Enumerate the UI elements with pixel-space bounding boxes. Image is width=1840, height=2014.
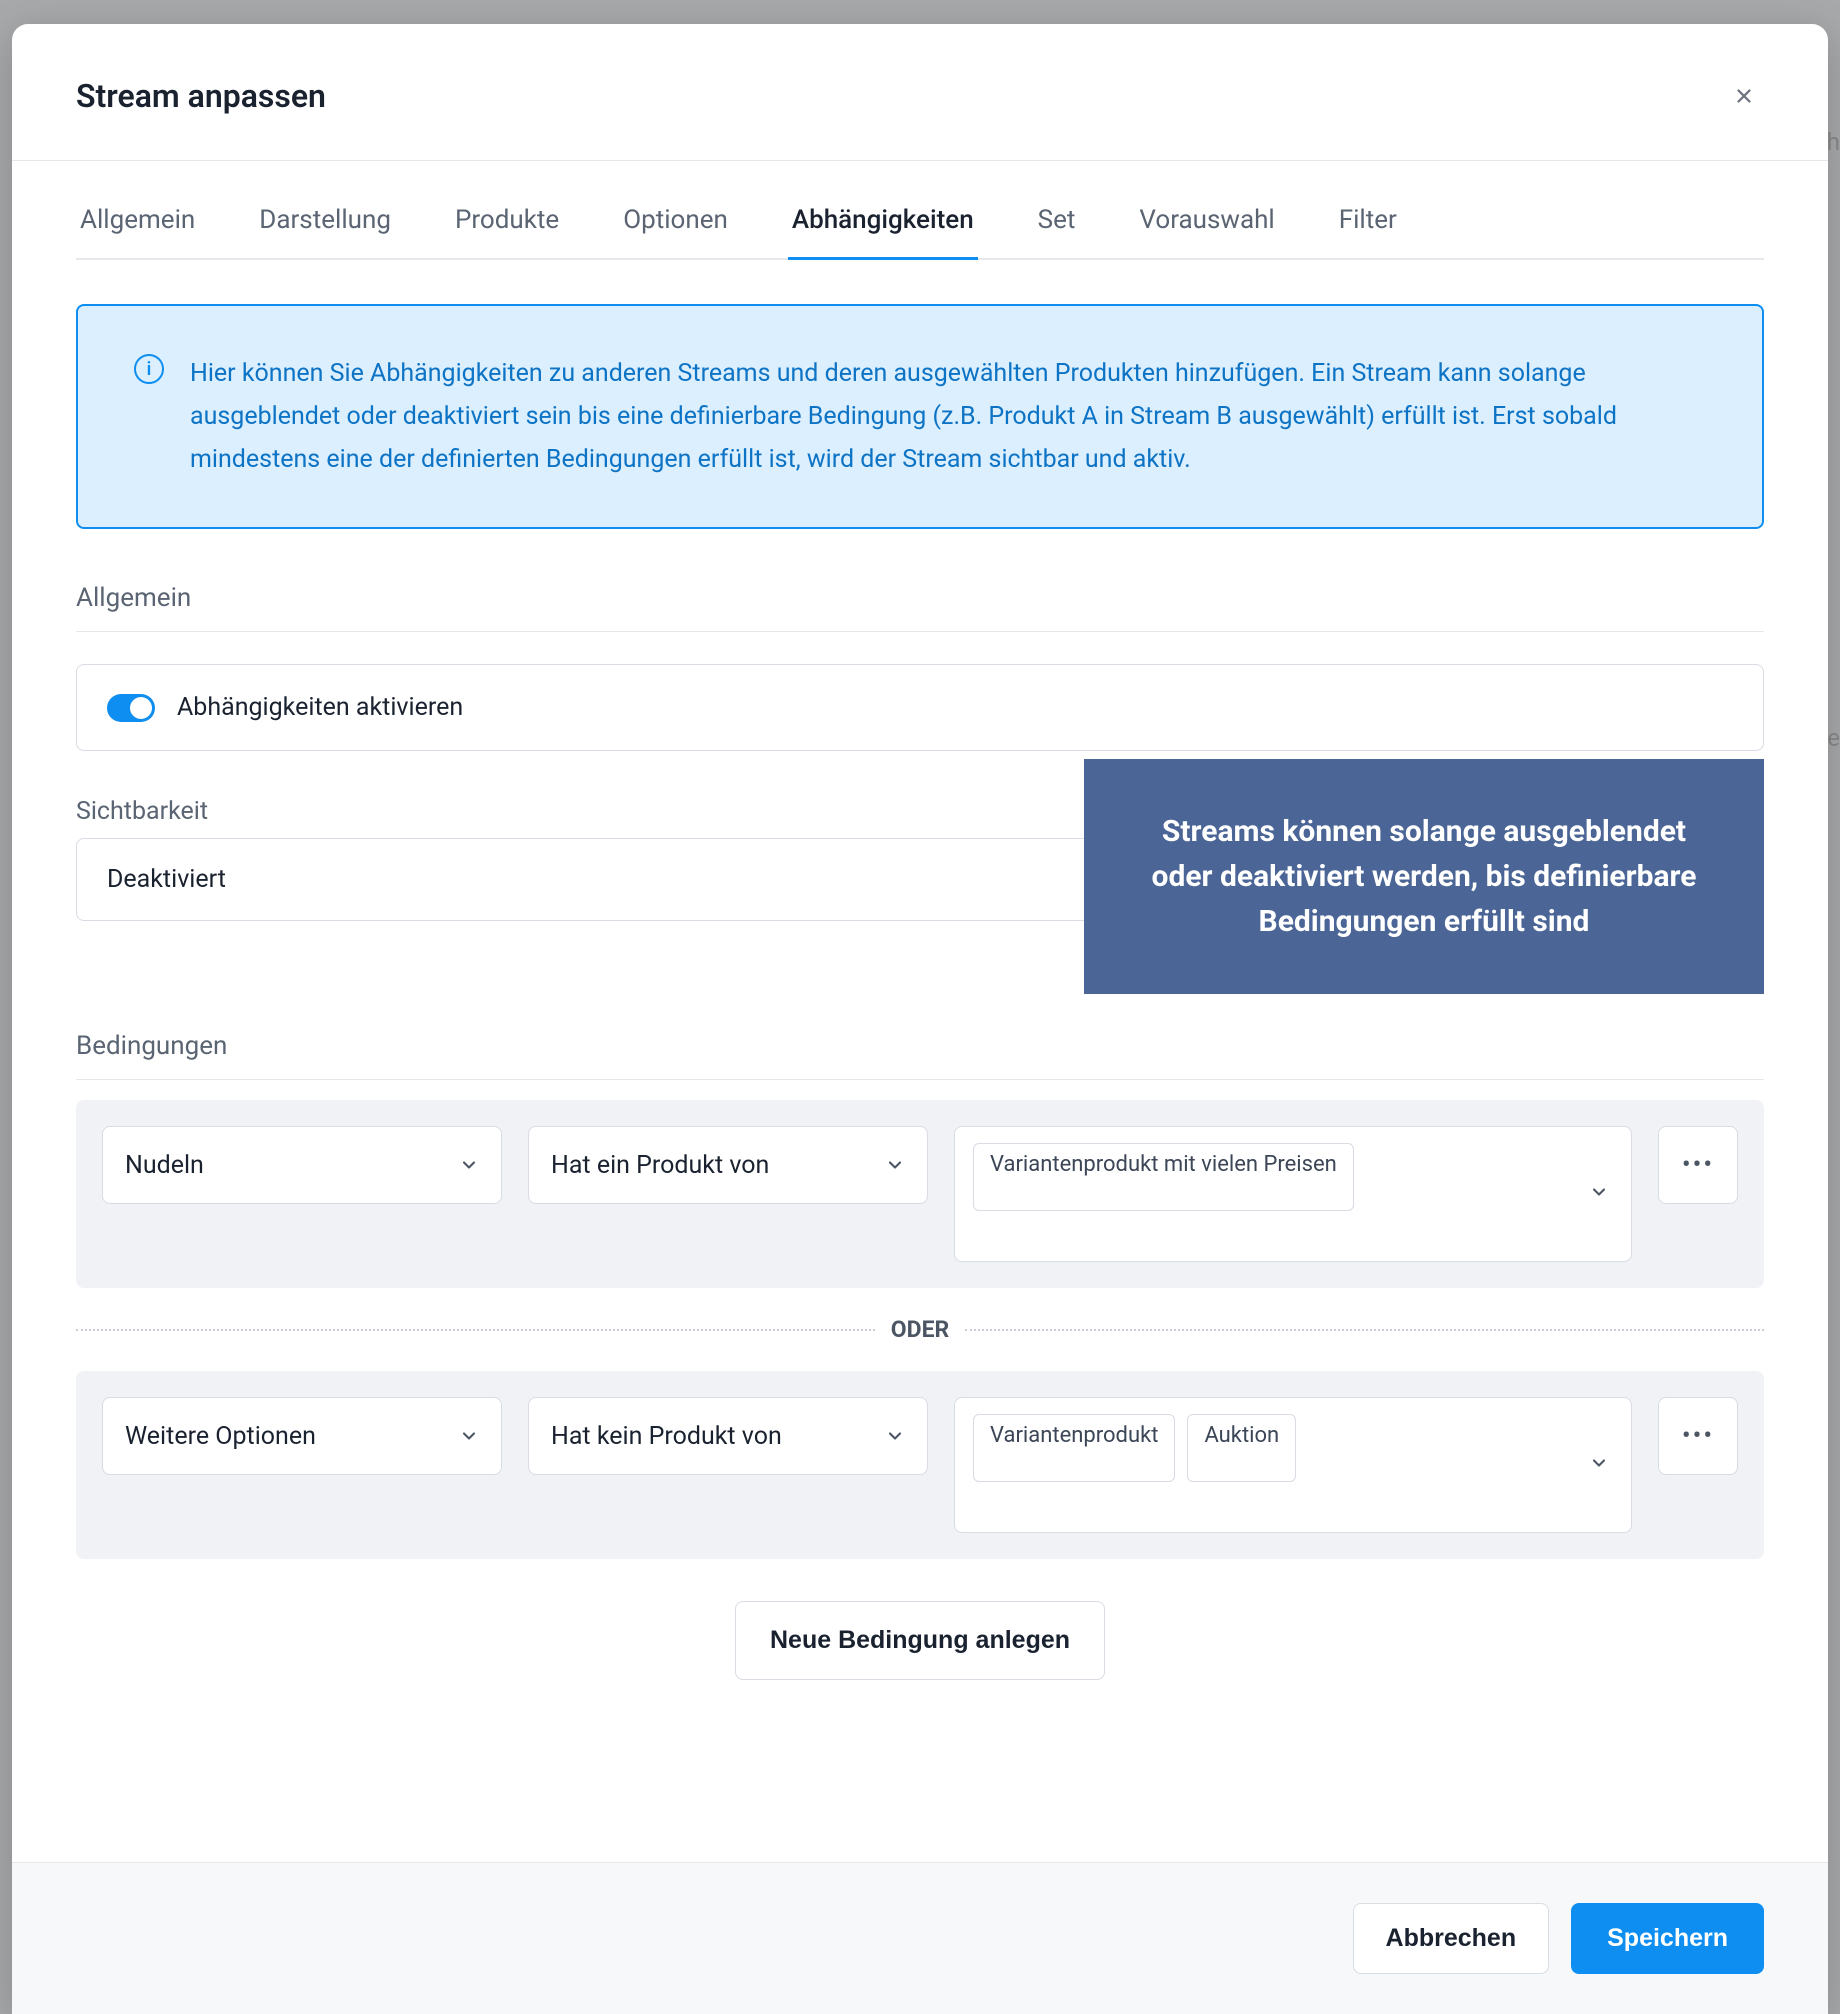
info-icon: i — [134, 354, 164, 384]
tab-filter[interactable]: Filter — [1335, 205, 1401, 260]
condition-row: Weitere Optionen Hat kein Produkt von Va… — [76, 1371, 1764, 1559]
toggle-dependencies-active[interactable] — [107, 694, 155, 722]
modal-dialog: Stream anpassen Allgemein Darstellung Pr… — [12, 24, 1828, 2014]
section-title-conditions: Bedingungen — [76, 1031, 1764, 1080]
section-title-general: Allgemein — [76, 583, 1764, 632]
dots-icon: ••• — [1682, 1421, 1714, 1451]
chevron-down-icon — [459, 1426, 479, 1446]
info-text: Hier können Sie Abhängigkeiten zu andere… — [190, 352, 1706, 481]
conditions-container: Nudeln Hat ein Produkt von Variantenprod… — [76, 1100, 1764, 1559]
close-button[interactable] — [1724, 76, 1764, 116]
chevron-down-icon — [459, 1155, 479, 1175]
annotation-callout: Streams können solange ausgeblendet oder… — [1084, 759, 1764, 994]
condition-stream-value: Weitere Optionen — [125, 1422, 316, 1451]
tab-vorauswahl[interactable]: Vorauswahl — [1135, 205, 1278, 260]
cancel-button[interactable]: Abbrechen — [1353, 1903, 1550, 1974]
product-tag: Variantenprodukt mit vielen Preisen — [973, 1143, 1354, 1211]
or-divider: ODER — [76, 1316, 1764, 1343]
toggle-row-dependencies: Abhängigkeiten aktivieren — [76, 664, 1764, 751]
condition-operator-value: Hat kein Produkt von — [551, 1422, 782, 1451]
or-label: ODER — [891, 1316, 949, 1343]
close-icon — [1733, 85, 1755, 107]
chevron-down-icon — [885, 1155, 905, 1175]
product-tag: Auktion — [1187, 1414, 1296, 1482]
tab-darstellung[interactable]: Darstellung — [255, 205, 395, 260]
condition-actions-button[interactable]: ••• — [1658, 1126, 1738, 1204]
condition-actions-button[interactable]: ••• — [1658, 1397, 1738, 1475]
condition-stream-select[interactable]: Weitere Optionen — [102, 1397, 502, 1475]
condition-row: Nudeln Hat ein Produkt von Variantenprod… — [76, 1100, 1764, 1288]
divider-line — [76, 1329, 875, 1331]
tab-allgemein[interactable]: Allgemein — [76, 205, 199, 260]
dots-icon: ••• — [1682, 1150, 1714, 1180]
info-banner: i Hier können Sie Abhängigkeiten zu ande… — [76, 304, 1764, 529]
chevron-down-icon — [1589, 1453, 1609, 1473]
new-condition-button[interactable]: Neue Bedingung anlegen — [735, 1601, 1105, 1680]
divider-line — [965, 1329, 1764, 1331]
condition-operator-select[interactable]: Hat kein Produkt von — [528, 1397, 928, 1475]
chevron-down-icon — [1589, 1182, 1609, 1202]
condition-stream-value: Nudeln — [125, 1151, 204, 1180]
tab-produkte[interactable]: Produkte — [451, 205, 563, 260]
condition-operator-select[interactable]: Hat ein Produkt von — [528, 1126, 928, 1204]
tab-optionen[interactable]: Optionen — [619, 205, 732, 260]
chevron-down-icon — [885, 1426, 905, 1446]
modal-title: Stream anpassen — [76, 77, 326, 115]
tab-bar: Allgemein Darstellung Produkte Optionen … — [76, 205, 1764, 260]
modal-footer: Abbrechen Speichern — [12, 1862, 1828, 2014]
visibility-value: Deaktiviert — [107, 865, 226, 894]
visibility-label: Sichtbarkeit — [76, 797, 208, 826]
condition-stream-select[interactable]: Nudeln — [102, 1126, 502, 1204]
modal-body: Allgemein Darstellung Produkte Optionen … — [12, 161, 1828, 1862]
modal-header: Stream anpassen — [12, 24, 1828, 161]
save-button[interactable]: Speichern — [1571, 1903, 1764, 1974]
condition-products-select[interactable]: Variantenprodukt mit vielen Preisen — [954, 1126, 1632, 1262]
tab-abhaengigkeiten[interactable]: Abhängigkeiten — [788, 205, 978, 260]
tab-set[interactable]: Set — [1034, 205, 1080, 260]
condition-products-select[interactable]: Variantenprodukt Auktion — [954, 1397, 1632, 1533]
product-tag: Variantenprodukt — [973, 1414, 1175, 1482]
condition-operator-value: Hat ein Produkt von — [551, 1151, 769, 1180]
toggle-label: Abhängigkeiten aktivieren — [177, 693, 463, 722]
